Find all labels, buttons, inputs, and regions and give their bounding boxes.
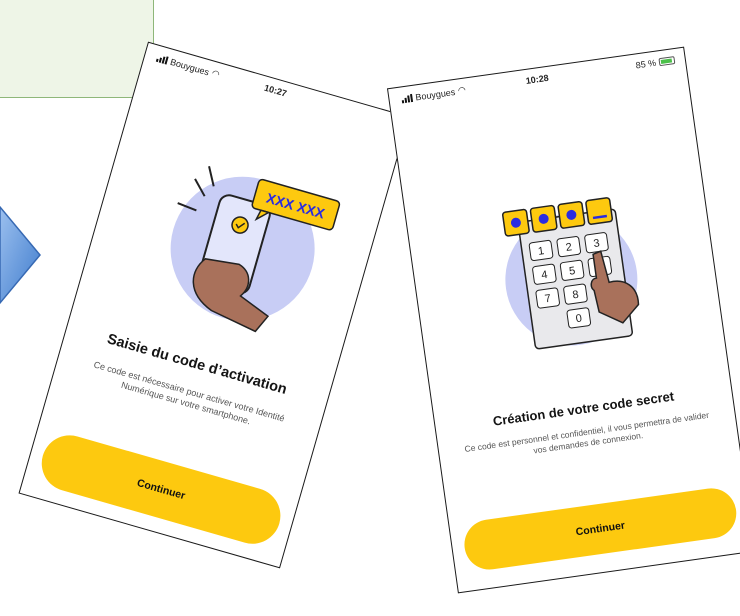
- annotation-box: [0, 0, 154, 98]
- battery-icon: [658, 56, 676, 67]
- phone-screen-secret-code: Bouygues ◠ 10:28 85 % 1 2 3 4 5 7 8 0 Cr…: [386, 46, 740, 594]
- battery-percentage: 85 %: [635, 57, 657, 71]
- carrier-name: Bouygues: [169, 56, 211, 77]
- status-bar: Bouygues ◠ 10:27: [143, 49, 407, 139]
- continue-button[interactable]: Continuer: [461, 485, 740, 573]
- signal-icon: [155, 53, 169, 65]
- illustration-keypad: 1 2 3 4 5 6 7 8 0: [502, 197, 640, 350]
- carrier-indicator: Bouygues ◠: [401, 84, 467, 104]
- illustration-phone-code: XXX XXX: [170, 166, 341, 333]
- phone-screen-activation: Bouygues ◠ 10:27 XXX XXX Saisie du code …: [18, 41, 410, 569]
- continue-button[interactable]: Continuer: [35, 428, 288, 551]
- wifi-icon: ◠: [210, 67, 221, 80]
- status-bar: Bouygues ◠ 10:28 85 %: [389, 54, 686, 111]
- battery-indicator: 85 %: [635, 55, 676, 70]
- status-time: 10:28: [525, 72, 550, 86]
- status-time: 10:27: [263, 82, 288, 99]
- signal-icon: [401, 93, 414, 103]
- arrow-right-icon: [0, 205, 41, 305]
- carrier-indicator: Bouygues ◠: [155, 52, 221, 80]
- wifi-icon: ◠: [457, 84, 467, 96]
- carrier-name: Bouygues: [414, 86, 456, 102]
